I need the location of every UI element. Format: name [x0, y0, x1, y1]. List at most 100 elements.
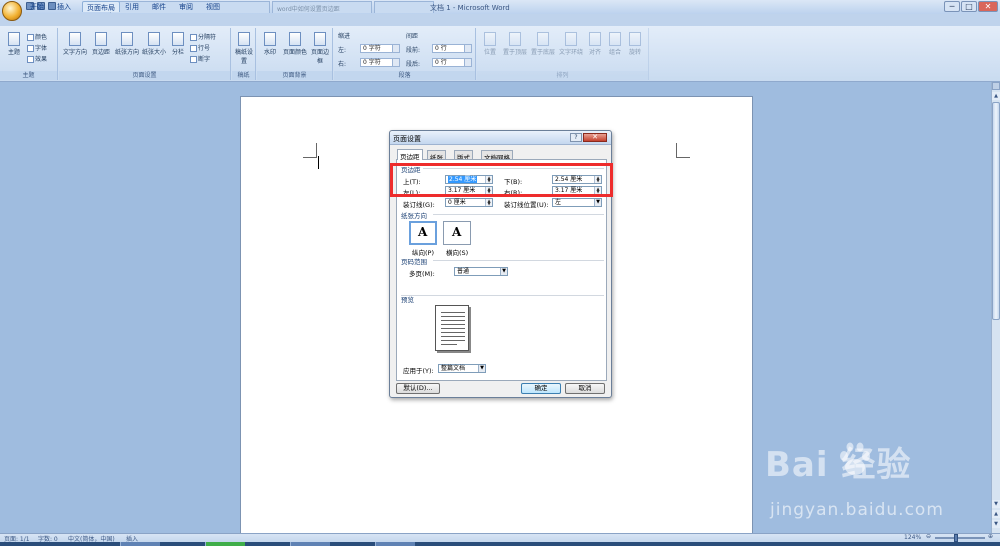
- cancel-button[interactable]: 取消: [565, 383, 605, 394]
- scroll-thumb[interactable]: [992, 102, 1000, 320]
- apply-to-dropdown-icon[interactable]: ▼: [478, 365, 485, 372]
- next-page-icon[interactable]: ▼: [992, 520, 1000, 528]
- indent-left-input[interactable]: 0 字符: [360, 44, 400, 53]
- redo-icon[interactable]: [48, 2, 56, 10]
- tab-mailings[interactable]: 邮件: [152, 1, 166, 12]
- background-window-3[interactable]: [374, 1, 434, 13]
- minimize-button[interactable]: ─: [944, 1, 960, 12]
- dialog-help-button[interactable]: ?: [570, 133, 582, 142]
- taskbar-item-2[interactable]: [205, 542, 245, 546]
- tab-references[interactable]: 引用: [125, 1, 139, 12]
- page-borders-button[interactable]: 页面边框: [310, 32, 330, 65]
- taskbar-item-3[interactable]: [290, 542, 330, 546]
- breaks-button[interactable]: 分隔符: [190, 32, 216, 41]
- orientation-button[interactable]: 纸张方向: [114, 32, 140, 56]
- tab-home[interactable]: 开始: [30, 1, 44, 12]
- theme-fonts-button[interactable]: 字体: [27, 43, 47, 52]
- ok-button[interactable]: 确定: [521, 383, 561, 394]
- prev-page-icon[interactable]: ▲: [992, 510, 1000, 518]
- columns-button[interactable]: 分栏: [169, 32, 187, 56]
- ruler-toggle-icon[interactable]: [992, 82, 1000, 90]
- gutter-spinner-icon[interactable]: ▲ ▼: [485, 199, 492, 206]
- theme-button[interactable]: 主题: [4, 32, 24, 56]
- landscape-option[interactable]: A: [443, 221, 471, 245]
- hyphenation-button[interactable]: 断字: [190, 54, 210, 63]
- align-button[interactable]: 对齐: [586, 32, 604, 56]
- watermark-icon: [264, 32, 276, 46]
- watermark-button[interactable]: 水印: [260, 32, 280, 56]
- position-label: 位置: [483, 49, 496, 56]
- size-label: 纸张大小: [141, 49, 166, 56]
- zoom-slider[interactable]: [935, 537, 985, 539]
- zoom-out-icon[interactable]: ⊖: [926, 533, 931, 540]
- gutter-position-dropdown-icon[interactable]: ▼: [594, 199, 601, 206]
- dialog-close-button[interactable]: ✕: [583, 133, 607, 142]
- gutter-position-select[interactable]: 左 ▼: [552, 198, 602, 207]
- background-window-2[interactable]: word中如何设置页边距: [272, 1, 372, 13]
- apply-to-select[interactable]: 整篇文档 ▼: [438, 364, 486, 373]
- baidu-paw-icon: [840, 442, 870, 475]
- text-wrap-button[interactable]: 文字环绕: [558, 32, 584, 56]
- group-button[interactable]: 组合: [606, 32, 624, 56]
- tab-review[interactable]: 审阅: [179, 1, 193, 12]
- gutter-position-label: 装订线位置(U):: [504, 201, 549, 209]
- theme-colors-button[interactable]: 颜色: [27, 32, 47, 41]
- line-numbers-button[interactable]: 行号: [190, 43, 210, 52]
- page-color-button[interactable]: 页面颜色: [282, 32, 308, 56]
- orientation-label: 纸张方向: [114, 49, 139, 56]
- draft-settings-button[interactable]: 稿纸设置: [234, 32, 254, 65]
- position-button[interactable]: 位置: [480, 32, 500, 56]
- rotate-button[interactable]: 旋转: [626, 32, 644, 56]
- align-label: 对齐: [588, 49, 601, 56]
- columns-icon: [172, 32, 184, 46]
- tab-view[interactable]: 视图: [206, 1, 220, 12]
- space-after-input[interactable]: 0 行: [432, 58, 472, 67]
- page-borders-label: 页面边框: [310, 49, 329, 65]
- close-button[interactable]: ✕: [978, 1, 998, 12]
- group-paragraph-label: 段落: [334, 71, 475, 80]
- tab-insert[interactable]: 插入: [57, 1, 71, 12]
- highlight-annotation: [390, 163, 613, 197]
- columns-label: 分栏: [171, 49, 184, 56]
- multiple-pages-dropdown-icon[interactable]: ▼: [500, 268, 507, 275]
- zoom-in-icon[interactable]: ⊕: [988, 533, 993, 540]
- page-borders-icon: [314, 32, 326, 46]
- hyphenation-label: 断字: [198, 56, 211, 63]
- landscape-label[interactable]: 横向(S): [446, 247, 468, 257]
- group-icon: [609, 32, 621, 46]
- taskbar-item-1[interactable]: [120, 542, 160, 546]
- gutter-value: 0 厘米: [448, 199, 466, 206]
- margins-button[interactable]: 页边距: [90, 32, 112, 56]
- default-button[interactable]: 默认(D)...: [396, 383, 440, 394]
- tab-page-layout[interactable]: 页面布局: [82, 1, 120, 12]
- bring-front-button[interactable]: 置于顶层: [502, 32, 528, 56]
- portrait-option[interactable]: A: [409, 221, 437, 245]
- zoom-slider-knob[interactable]: [954, 534, 958, 542]
- watermark-label: 水印: [263, 49, 276, 56]
- size-button[interactable]: 纸张大小: [141, 32, 167, 56]
- group-arrange: 位置 置于顶层 置于底层 文字环绕 对齐 组合 旋转 排列: [477, 28, 649, 80]
- scroll-up-icon[interactable]: ▲: [992, 92, 1000, 100]
- space-before-input[interactable]: 0 行: [432, 44, 472, 53]
- multiple-pages-select[interactable]: 普通 ▼: [454, 267, 508, 276]
- office-button[interactable]: [2, 1, 22, 21]
- gutter-input[interactable]: 0 厘米 ▲ ▼: [445, 198, 493, 207]
- text-direction-button[interactable]: 文字方向: [62, 32, 88, 56]
- send-back-label: 置于底层: [530, 49, 555, 56]
- status-zoom-level[interactable]: 124%: [904, 534, 921, 541]
- multiple-pages-label: 多页(M):: [409, 270, 435, 278]
- margins-icon: [95, 32, 107, 46]
- taskbar-item-4[interactable]: [375, 542, 415, 546]
- theme-effects-button[interactable]: 效果: [27, 54, 47, 63]
- tab-margins[interactable]: 页边距: [397, 149, 423, 161]
- maximize-button[interactable]: □: [961, 1, 977, 12]
- indent-right-input[interactable]: 0 字符: [360, 58, 400, 67]
- draft-settings-label: 稿纸设置: [234, 49, 253, 65]
- line-numbers-icon: [190, 45, 197, 52]
- apply-to-value: 整篇文档: [441, 365, 466, 372]
- send-back-button[interactable]: 置于底层: [530, 32, 556, 56]
- page-color-label: 页面颜色: [282, 49, 307, 56]
- text-direction-icon: [69, 32, 81, 46]
- scroll-down-icon[interactable]: ▼: [992, 500, 1000, 508]
- crop-mark-right: [676, 157, 690, 158]
